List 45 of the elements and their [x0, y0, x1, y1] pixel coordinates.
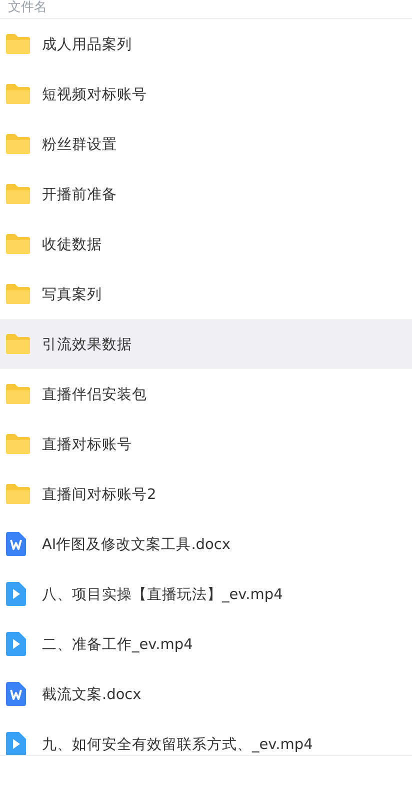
file-name: 短视频对标账号 [42, 86, 147, 104]
folder-icon [5, 433, 31, 455]
word-document-icon [6, 682, 26, 706]
file-name: 直播伴侣安装包 [42, 386, 147, 404]
folder-icon [5, 483, 31, 505]
file-row[interactable]: 二、准备工作_ev.mp4 [0, 619, 412, 669]
file-name: 二、准备工作_ev.mp4 [42, 636, 193, 654]
file-name: 成人用品案列 [42, 36, 132, 54]
folder-icon [5, 183, 31, 205]
folder-icon [5, 383, 31, 405]
file-name: 直播间对标账号2 [42, 486, 156, 504]
word-document-icon [6, 532, 26, 556]
file-row[interactable]: 截流文案.docx [0, 669, 412, 719]
file-row[interactable]: 收徒数据 [0, 219, 412, 269]
file-name: 九、如何安全有效留联系方式、_ev.mp4 [42, 736, 313, 754]
file-row[interactable]: 引流效果数据 [0, 319, 412, 369]
video-file-icon [6, 732, 26, 755]
file-name: 八、项目实操【直播玩法】_ev.mp4 [42, 586, 283, 604]
file-row[interactable]: 写真案列 [0, 269, 412, 319]
file-name: 写真案列 [42, 286, 102, 304]
file-name: 收徒数据 [42, 236, 102, 254]
folder-icon [5, 83, 31, 105]
file-row[interactable]: 八、项目实操【直播玩法】_ev.mp4 [0, 569, 412, 619]
file-name: 粉丝群设置 [42, 136, 117, 154]
video-file-icon [6, 632, 26, 656]
file-row[interactable]: 直播对标账号 [0, 419, 412, 469]
file-row[interactable]: 直播间对标账号2 [0, 469, 412, 519]
file-row[interactable]: 直播伴侣安装包 [0, 369, 412, 419]
file-name: 引流效果数据 [42, 336, 132, 354]
video-file-icon [6, 582, 26, 606]
folder-icon [5, 333, 31, 355]
file-row[interactable]: 九、如何安全有效留联系方式、_ev.mp4 [0, 719, 412, 755]
file-name: AI作图及修改文案工具.docx [42, 536, 230, 554]
folder-icon [5, 233, 31, 255]
file-row[interactable]: AI作图及修改文案工具.docx [0, 519, 412, 569]
file-row[interactable]: 粉丝群设置 [0, 119, 412, 169]
file-row[interactable]: 成人用品案列 [0, 19, 412, 69]
file-row[interactable]: 短视频对标账号 [0, 69, 412, 119]
file-name: 直播对标账号 [42, 436, 132, 454]
folder-icon [5, 133, 31, 155]
folder-icon [5, 283, 31, 305]
file-name: 截流文案.docx [42, 686, 142, 704]
folder-icon [5, 33, 31, 55]
file-name: 开播前准备 [42, 186, 117, 204]
file-row[interactable]: 开播前准备 [0, 169, 412, 219]
